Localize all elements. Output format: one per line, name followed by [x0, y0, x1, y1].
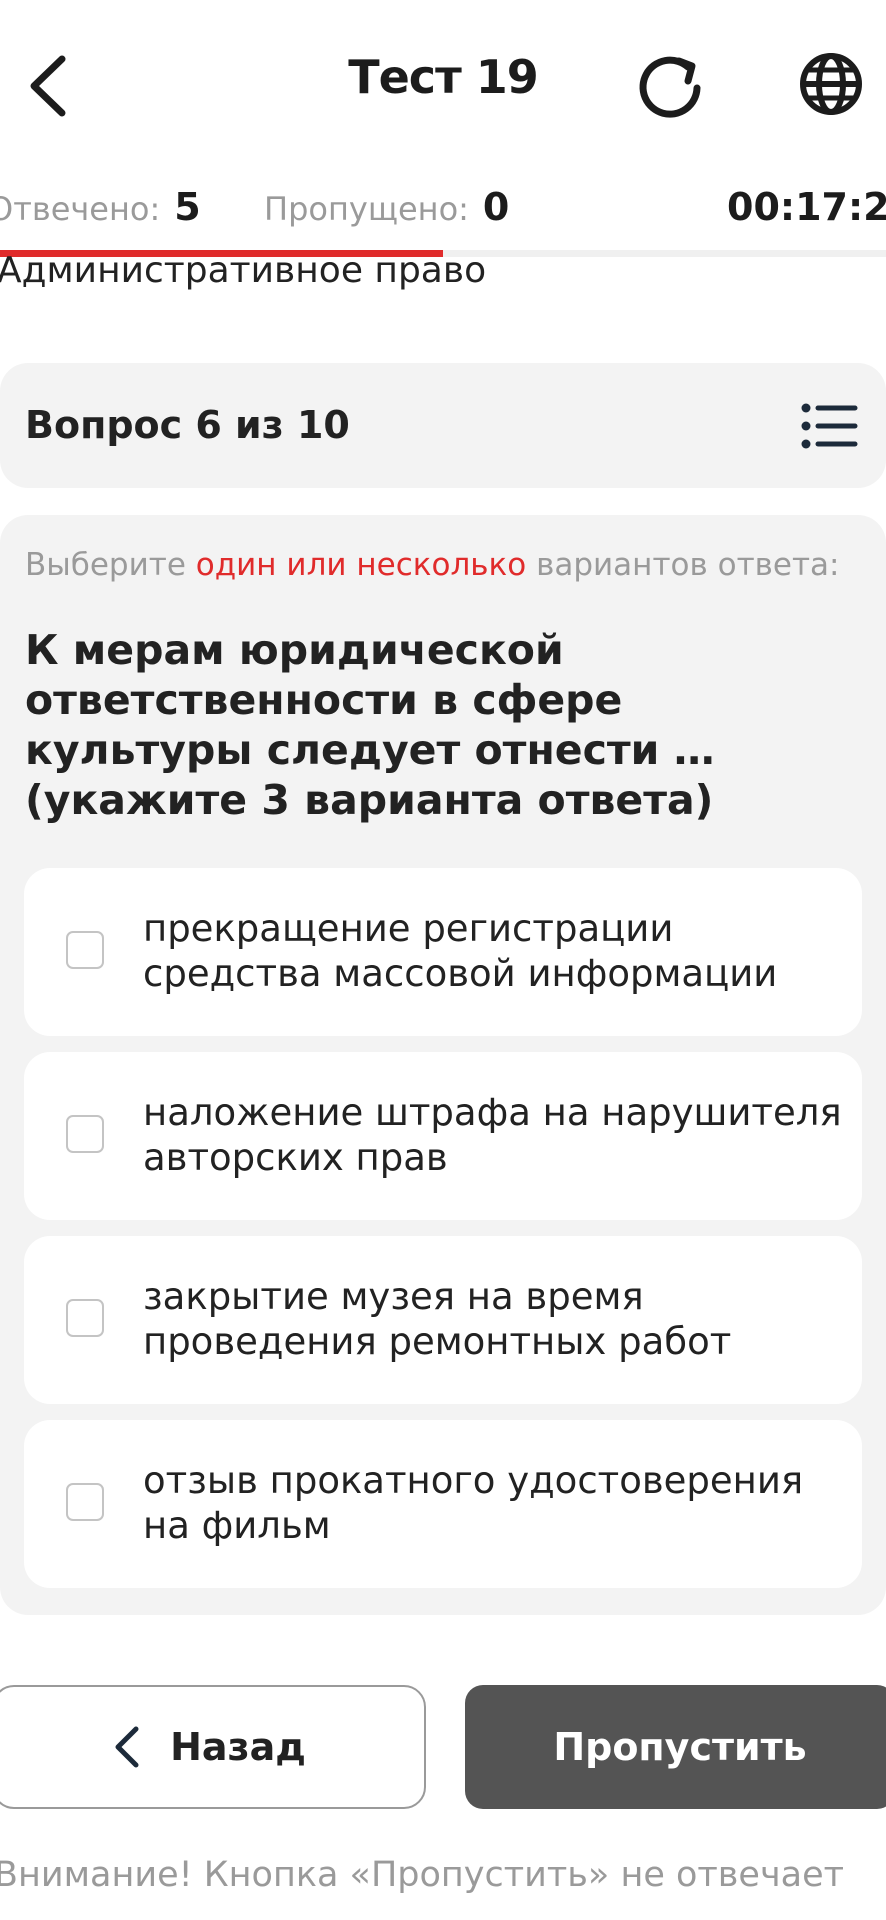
- category-title: Административное право: [0, 250, 487, 291]
- skip-warning-text: Внимание! Кнопка «Пропустить» не отвечае…: [0, 1855, 844, 1895]
- instruction-highlight: один или несколько: [195, 547, 527, 583]
- chevron-left-icon: [115, 1726, 139, 1768]
- checkbox[interactable]: [66, 931, 104, 969]
- skipped-stat: Пропущено: 0: [264, 185, 509, 229]
- globe-icon: [800, 53, 862, 115]
- option-label: наложение штрафа на нарушителя авторских…: [143, 1091, 842, 1179]
- skip-button[interactable]: Пропустить: [465, 1685, 886, 1809]
- timer: 00:17:29: [727, 185, 886, 229]
- back-button[interactable]: Назад: [0, 1685, 426, 1809]
- answer-instruction: Выберите один или несколько вариантов от…: [25, 547, 839, 583]
- option-label: закрытие музея на время проведения ремон…: [143, 1275, 732, 1363]
- question-counter: Вопрос 6 из 10: [25, 403, 350, 447]
- answered-value: 5: [174, 185, 201, 229]
- answer-option-1[interactable]: прекращение регистрации средства массово…: [24, 868, 862, 1036]
- checkbox[interactable]: [66, 1115, 104, 1153]
- reload-icon: [639, 56, 701, 118]
- skip-button-label: Пропустить: [553, 1725, 807, 1769]
- option-label: прекращение регистрации средства массово…: [143, 907, 778, 995]
- skipped-value: 0: [482, 185, 510, 229]
- answered-stat: Отвечено: 5: [0, 185, 201, 229]
- question-list-button[interactable]: [800, 400, 860, 452]
- language-button[interactable]: [795, 48, 867, 120]
- question-list-icon: [801, 403, 858, 449]
- checkbox[interactable]: [66, 1483, 104, 1521]
- skipped-label: Пропущено:: [264, 190, 469, 228]
- answer-option-4[interactable]: отзыв прокатного удостоверения на фильм: [24, 1420, 862, 1588]
- page-title: Тест 19: [348, 50, 539, 104]
- answered-label: Отвечено:: [0, 190, 161, 228]
- answer-option-3[interactable]: закрытие музея на время проведения ремон…: [24, 1236, 862, 1404]
- option-label: отзыв прокатного удостоверения на фильм: [143, 1459, 804, 1547]
- checkbox[interactable]: [66, 1299, 104, 1337]
- instruction-suffix: вариантов ответа:: [536, 547, 840, 583]
- back-button-label: Назад: [170, 1725, 306, 1769]
- instruction-prefix: Выберите: [25, 547, 186, 583]
- answer-option-2[interactable]: наложение штрафа на нарушителя авторских…: [24, 1052, 862, 1220]
- reload-button[interactable]: [635, 48, 715, 128]
- question-text: К мерам юридической ответственности в сф…: [25, 626, 715, 824]
